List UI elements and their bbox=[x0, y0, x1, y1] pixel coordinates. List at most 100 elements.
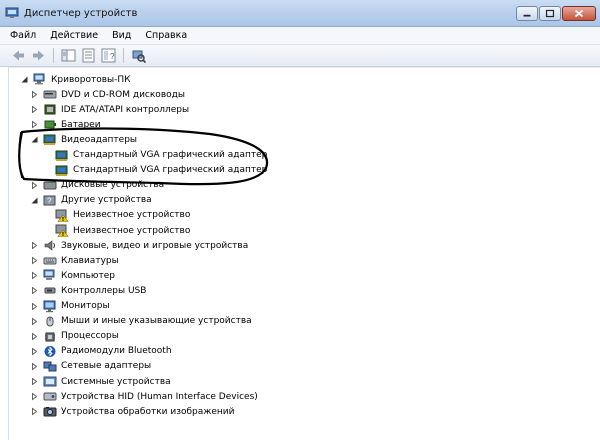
tree-item-label: Системные устройства bbox=[61, 376, 171, 387]
toolbar-separator bbox=[123, 48, 124, 63]
processor-icon bbox=[43, 330, 57, 343]
tree-category[interactable]: Системные устройства bbox=[30, 374, 171, 389]
toolbar-separator bbox=[53, 48, 54, 63]
show-hide-console-tree-icon bbox=[61, 49, 76, 62]
tree-category[interactable]: Мониторы bbox=[30, 299, 110, 314]
tree-category[interactable]: ? Другие устройства bbox=[30, 193, 152, 208]
close-icon bbox=[574, 9, 584, 18]
other-devices-icon: ? bbox=[43, 194, 57, 207]
tree-device[interactable]: Стандартный VGA графический адаптер bbox=[42, 148, 267, 163]
tree-item-label: DVD и CD-ROM дисководы bbox=[61, 89, 185, 100]
menu-bar: Файл Действие Вид Справка bbox=[0, 27, 600, 45]
properties-icon bbox=[82, 48, 95, 63]
tree-category[interactable]: Звуковые, видео и игровые устройства bbox=[30, 238, 248, 253]
menu-view[interactable]: Вид bbox=[112, 30, 131, 41]
tree-item-label: Устройства обработки изображений bbox=[61, 406, 235, 417]
tree-item-label: Процессоры bbox=[61, 331, 119, 342]
dvd-drive-icon bbox=[43, 88, 57, 101]
window-title: Диспетчер устройств bbox=[24, 8, 138, 19]
tree-category[interactable]: Сетевые адаптеры bbox=[30, 359, 151, 374]
monitor-icon bbox=[43, 300, 57, 313]
expand-arrow-icon[interactable] bbox=[30, 377, 39, 386]
collapse-arrow-icon[interactable] bbox=[20, 75, 29, 84]
maximize-button[interactable] bbox=[539, 6, 561, 21]
expand-arrow-icon[interactable] bbox=[30, 256, 39, 265]
tree-item-label: Компьютер bbox=[61, 270, 115, 281]
tree-category[interactable]: Устройства обработки изображений bbox=[30, 404, 235, 419]
collapse-arrow-icon[interactable] bbox=[30, 135, 39, 144]
expand-arrow-icon[interactable] bbox=[30, 90, 39, 99]
tree-category[interactable]: Дисковые устройства bbox=[30, 178, 164, 193]
back-icon bbox=[13, 50, 24, 61]
tree-device[interactable]: Неизвестное устройство bbox=[42, 223, 190, 238]
keyboard-icon bbox=[43, 254, 57, 267]
back-button[interactable] bbox=[10, 47, 27, 64]
computer-root-icon bbox=[33, 73, 47, 86]
bluetooth-icon bbox=[43, 345, 57, 358]
tree-item-label: Клавиатуры bbox=[61, 255, 119, 266]
tree-item-label: Мониторы bbox=[61, 301, 110, 311]
minimize-button[interactable] bbox=[516, 6, 538, 21]
system-devices-icon bbox=[43, 375, 57, 388]
expand-arrow-icon[interactable] bbox=[30, 302, 39, 311]
collapse-arrow-icon[interactable] bbox=[30, 196, 39, 205]
expand-arrow-icon[interactable] bbox=[30, 407, 39, 416]
expand-arrow-icon[interactable] bbox=[30, 392, 39, 401]
menu-file[interactable]: Файл bbox=[10, 30, 36, 41]
tree-item-label: Стандартный VGA графический адаптер bbox=[73, 165, 268, 176]
forward-button[interactable] bbox=[30, 47, 47, 64]
tree-category[interactable]: Радиомодули Bluetooth bbox=[30, 344, 172, 359]
scan-hardware-button[interactable] bbox=[130, 47, 147, 64]
tree-item-label: IDE ATA/ATAPI контроллеры bbox=[61, 104, 190, 115]
disk-drive-icon bbox=[43, 179, 57, 192]
expand-arrow-icon[interactable] bbox=[30, 347, 39, 356]
tree-category[interactable]: Компьютер bbox=[30, 268, 115, 283]
tree-category[interactable]: Мыши и иные указывающие устройства bbox=[30, 314, 252, 329]
tree-category[interactable]: Клавиатуры bbox=[30, 253, 119, 268]
tree-device[interactable]: Стандартный VGA графический адаптер bbox=[42, 163, 267, 178]
expand-arrow-icon[interactable] bbox=[30, 271, 39, 280]
expand-arrow-icon[interactable] bbox=[30, 105, 39, 114]
display-adapter-icon bbox=[55, 149, 69, 162]
tree-category[interactable]: Видеоадаптеры bbox=[30, 132, 137, 147]
tree-item-label: Радиомодули Bluetooth bbox=[61, 346, 172, 357]
tree-item-label: Дисковые устройства bbox=[61, 180, 165, 191]
expand-arrow-icon[interactable] bbox=[30, 241, 39, 250]
close-button[interactable] bbox=[562, 6, 596, 21]
tree-item-label: Неизвестное устройство bbox=[73, 210, 191, 221]
expand-arrow-icon[interactable] bbox=[30, 317, 39, 326]
unknown-device-warning-icon bbox=[55, 209, 69, 222]
tree-category[interactable]: Процессоры bbox=[30, 329, 119, 344]
show-hide-console-tree-button[interactable] bbox=[60, 47, 77, 64]
tree-root-computer[interactable]: Криворотовы-ПК bbox=[20, 72, 131, 87]
tree-item-label: Стандартный VGA графический адаптер bbox=[73, 150, 268, 160]
tree-item-label: Неизвестное устройство bbox=[73, 225, 191, 236]
expand-arrow-icon[interactable] bbox=[30, 286, 39, 295]
tree-category[interactable]: DVD и CD-ROM дисководы bbox=[30, 87, 185, 102]
tree-item-label: Видеоадаптеры bbox=[61, 134, 138, 145]
properties-button[interactable] bbox=[80, 47, 97, 64]
expand-arrow-icon[interactable] bbox=[30, 181, 39, 190]
tree-category[interactable]: Батареи bbox=[30, 117, 101, 132]
menu-help[interactable]: Справка bbox=[145, 30, 187, 41]
imaging-icon bbox=[43, 405, 57, 418]
tree-device[interactable]: Неизвестное устройство bbox=[42, 208, 190, 223]
tree-item-label: Криворотовы-ПК bbox=[51, 74, 131, 85]
expand-arrow-icon[interactable] bbox=[30, 332, 39, 341]
svg-text:?: ? bbox=[47, 196, 52, 205]
tree-category[interactable]: Устройства HID (Human Interface Devices) bbox=[30, 389, 258, 404]
help-button[interactable]: ? bbox=[100, 47, 117, 64]
tree-category[interactable]: IDE ATA/ATAPI контроллеры bbox=[30, 102, 189, 117]
mouse-icon bbox=[43, 315, 57, 328]
menu-action[interactable]: Действие bbox=[50, 30, 98, 41]
tree-category[interactable]: Контроллеры USB bbox=[30, 283, 146, 298]
minimize-icon bbox=[523, 14, 531, 17]
maximize-icon bbox=[545, 9, 555, 18]
device-manager-app-icon bbox=[5, 7, 19, 19]
expand-arrow-icon[interactable] bbox=[30, 120, 39, 129]
expand-arrow-icon[interactable] bbox=[30, 362, 39, 371]
ide-controller-icon bbox=[43, 103, 57, 116]
